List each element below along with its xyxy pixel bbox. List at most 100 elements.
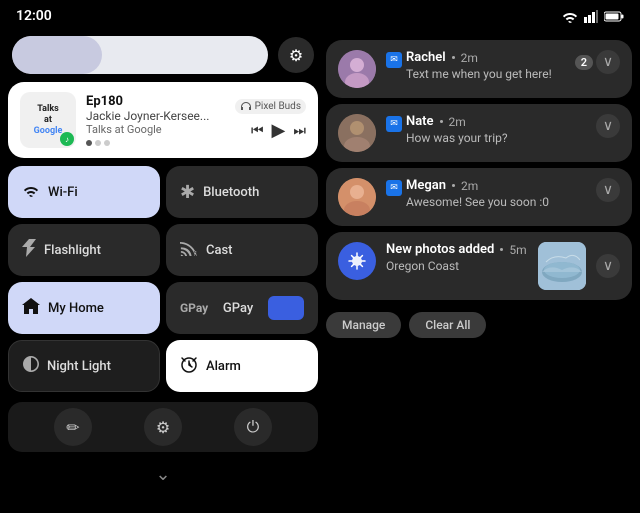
tile-gpay[interactable]: GPay GPay (166, 282, 318, 334)
manage-button[interactable]: Manage (326, 312, 401, 338)
notif-rachel-time: 2m (461, 51, 478, 65)
brightness-gear[interactable]: ⚙ (278, 37, 314, 73)
flashlight-icon (22, 239, 36, 261)
power-button[interactable]: ⏻ (234, 408, 272, 446)
notif-megan-body: Megan 2m Awesome! See you soon :0 (406, 178, 586, 209)
rewind-button[interactable]: ⏮ (251, 123, 264, 139)
settings-icon: ⚙ (156, 418, 170, 437)
media-episode: Ep180 (86, 94, 225, 109)
edit-icon: ✏ (66, 418, 79, 437)
dot-2 (95, 140, 101, 146)
media-progress-dots (86, 140, 225, 146)
home-icon (22, 298, 40, 318)
notif-photos[interactable]: New photos added 5m Oregon Coast ∨ (326, 232, 632, 300)
notif-megan-message: Awesome! See you soon :0 (406, 195, 586, 209)
tile-gpay-label: GPay (223, 301, 253, 316)
media-album: Talksat Google ♪ (20, 92, 76, 148)
tile-bluetooth-label: Bluetooth (203, 185, 259, 200)
quick-tiles-grid: Wi-Fi ✱ Bluetooth Flashlight (8, 166, 318, 392)
tile-wifi[interactable]: Wi-Fi (8, 166, 160, 218)
notif-megan[interactable]: ✉ Megan 2m Awesome! See you soon :0 ∨ (326, 168, 632, 226)
bottom-chevron[interactable]: ⌄ (8, 460, 318, 487)
status-time: 12:00 (16, 8, 52, 24)
tile-myhome[interactable]: My Home (8, 282, 160, 334)
spotify-icon: ♪ (60, 132, 74, 146)
nightlight-icon (23, 356, 39, 376)
messages-icon-rachel: ✉ (386, 52, 402, 68)
notif-nate-header: Nate 2m (406, 114, 586, 129)
notif-rachel[interactable]: ✉ Rachel 2m Text me when you get here! 2… (326, 40, 632, 98)
notif-rachel-expand: 2 ∨ (575, 50, 620, 74)
tile-alarm-label: Alarm (206, 359, 241, 374)
notif-photos-header: New photos added 5m (386, 242, 528, 257)
notif-photos-name: New photos added (386, 242, 494, 257)
notif-nate-body: Nate 2m How was your trip? (406, 114, 586, 145)
wifi-icon (22, 183, 40, 202)
notif-nate[interactable]: ✉ Nate 2m How was your trip? ∨ (326, 104, 632, 162)
play-button[interactable]: ▶ (272, 120, 286, 141)
media-show: Talks at Google (86, 123, 225, 136)
notif-megan-name: Megan (406, 178, 446, 193)
notif-rachel-name: Rachel (406, 50, 446, 65)
media-info: Ep180 Jackie Joyner-Kersee... Talks at G… (86, 94, 225, 146)
battery-icon (604, 11, 624, 22)
notif-rachel-message: Text me when you get here! (406, 67, 565, 81)
forward-button[interactable]: ⏭ (293, 123, 306, 139)
notif-nate-message: How was your trip? (406, 131, 586, 145)
pixel-buds-label: Pixel Buds (255, 101, 301, 112)
tile-nightlight-label: Night Light (47, 359, 111, 374)
tile-myhome-label: My Home (48, 301, 104, 316)
notif-rachel-count: 2 (575, 55, 593, 70)
expand-photos-button[interactable]: ∨ (596, 254, 620, 278)
avatar-rachel (338, 50, 376, 88)
notif-photos-body: New photos added 5m Oregon Coast (386, 242, 528, 273)
power-icon: ⏻ (247, 417, 260, 437)
status-icons (562, 10, 624, 23)
avatar-megan (338, 178, 376, 216)
headphones-icon (240, 102, 252, 112)
cast-icon (180, 241, 198, 260)
tile-cast[interactable]: Cast (166, 224, 318, 276)
brightness-row: ⚙ (8, 36, 318, 74)
tile-alarm[interactable]: Alarm (166, 340, 318, 392)
tile-cast-label: Cast (206, 243, 233, 258)
pixel-buds-badge: Pixel Buds (235, 99, 306, 114)
alarm-icon (180, 355, 198, 377)
clear-all-button[interactable]: Clear All (409, 312, 486, 338)
brightness-fill (12, 36, 102, 74)
media-controls: Pixel Buds ⏮ ▶ ⏭ (235, 99, 306, 141)
avatar-nate (338, 114, 376, 152)
tile-bluetooth[interactable]: ✱ Bluetooth (166, 166, 318, 218)
notif-nate-time: 2m (449, 115, 466, 129)
notif-photos-message: Oregon Coast (386, 259, 528, 273)
expand-rachel-button[interactable]: ∨ (596, 50, 620, 74)
gpay-icon: GPay (180, 301, 208, 315)
media-artist: Jackie Joyner-Kersee... (86, 109, 225, 123)
avatar-photos (338, 242, 376, 280)
settings-button[interactable]: ⚙ (144, 408, 182, 446)
tile-flashlight-label: Flashlight (44, 243, 101, 258)
notif-actions: Manage Clear All (326, 312, 632, 338)
wifi-status-icon (562, 10, 578, 23)
tile-flashlight[interactable]: Flashlight (8, 224, 160, 276)
right-panel: ✉ Rachel 2m Text me when you get here! 2… (326, 36, 632, 509)
bottom-actions: ✏ ⚙ ⏻ (8, 402, 318, 452)
left-panel: ⚙ Talksat Google ♪ Ep180 Jackie Joyner-K… (8, 36, 318, 509)
notif-nate-name: Nate (406, 114, 434, 129)
dot-3 (104, 140, 110, 146)
brightness-bar[interactable] (12, 36, 268, 74)
messages-icon-nate: ✉ (386, 116, 402, 132)
media-btn-row: ⏮ ▶ ⏭ (251, 120, 306, 141)
notif-rachel-header: Rachel 2m (406, 50, 565, 65)
main-content: ⚙ Talksat Google ♪ Ep180 Jackie Joyner-K… (0, 32, 640, 513)
edit-button[interactable]: ✏ (54, 408, 92, 446)
signal-icon (584, 10, 598, 23)
gear-icon: ⚙ (289, 46, 303, 65)
chevron-down-icon: ⌄ (155, 464, 170, 485)
expand-megan-button[interactable]: ∨ (596, 178, 620, 202)
expand-nate-button[interactable]: ∨ (596, 114, 620, 138)
notif-megan-header: Megan 2m (406, 178, 586, 193)
tile-nightlight[interactable]: Night Light (8, 340, 160, 392)
notif-megan-time: 2m (461, 179, 478, 193)
dot-1 (86, 140, 92, 146)
